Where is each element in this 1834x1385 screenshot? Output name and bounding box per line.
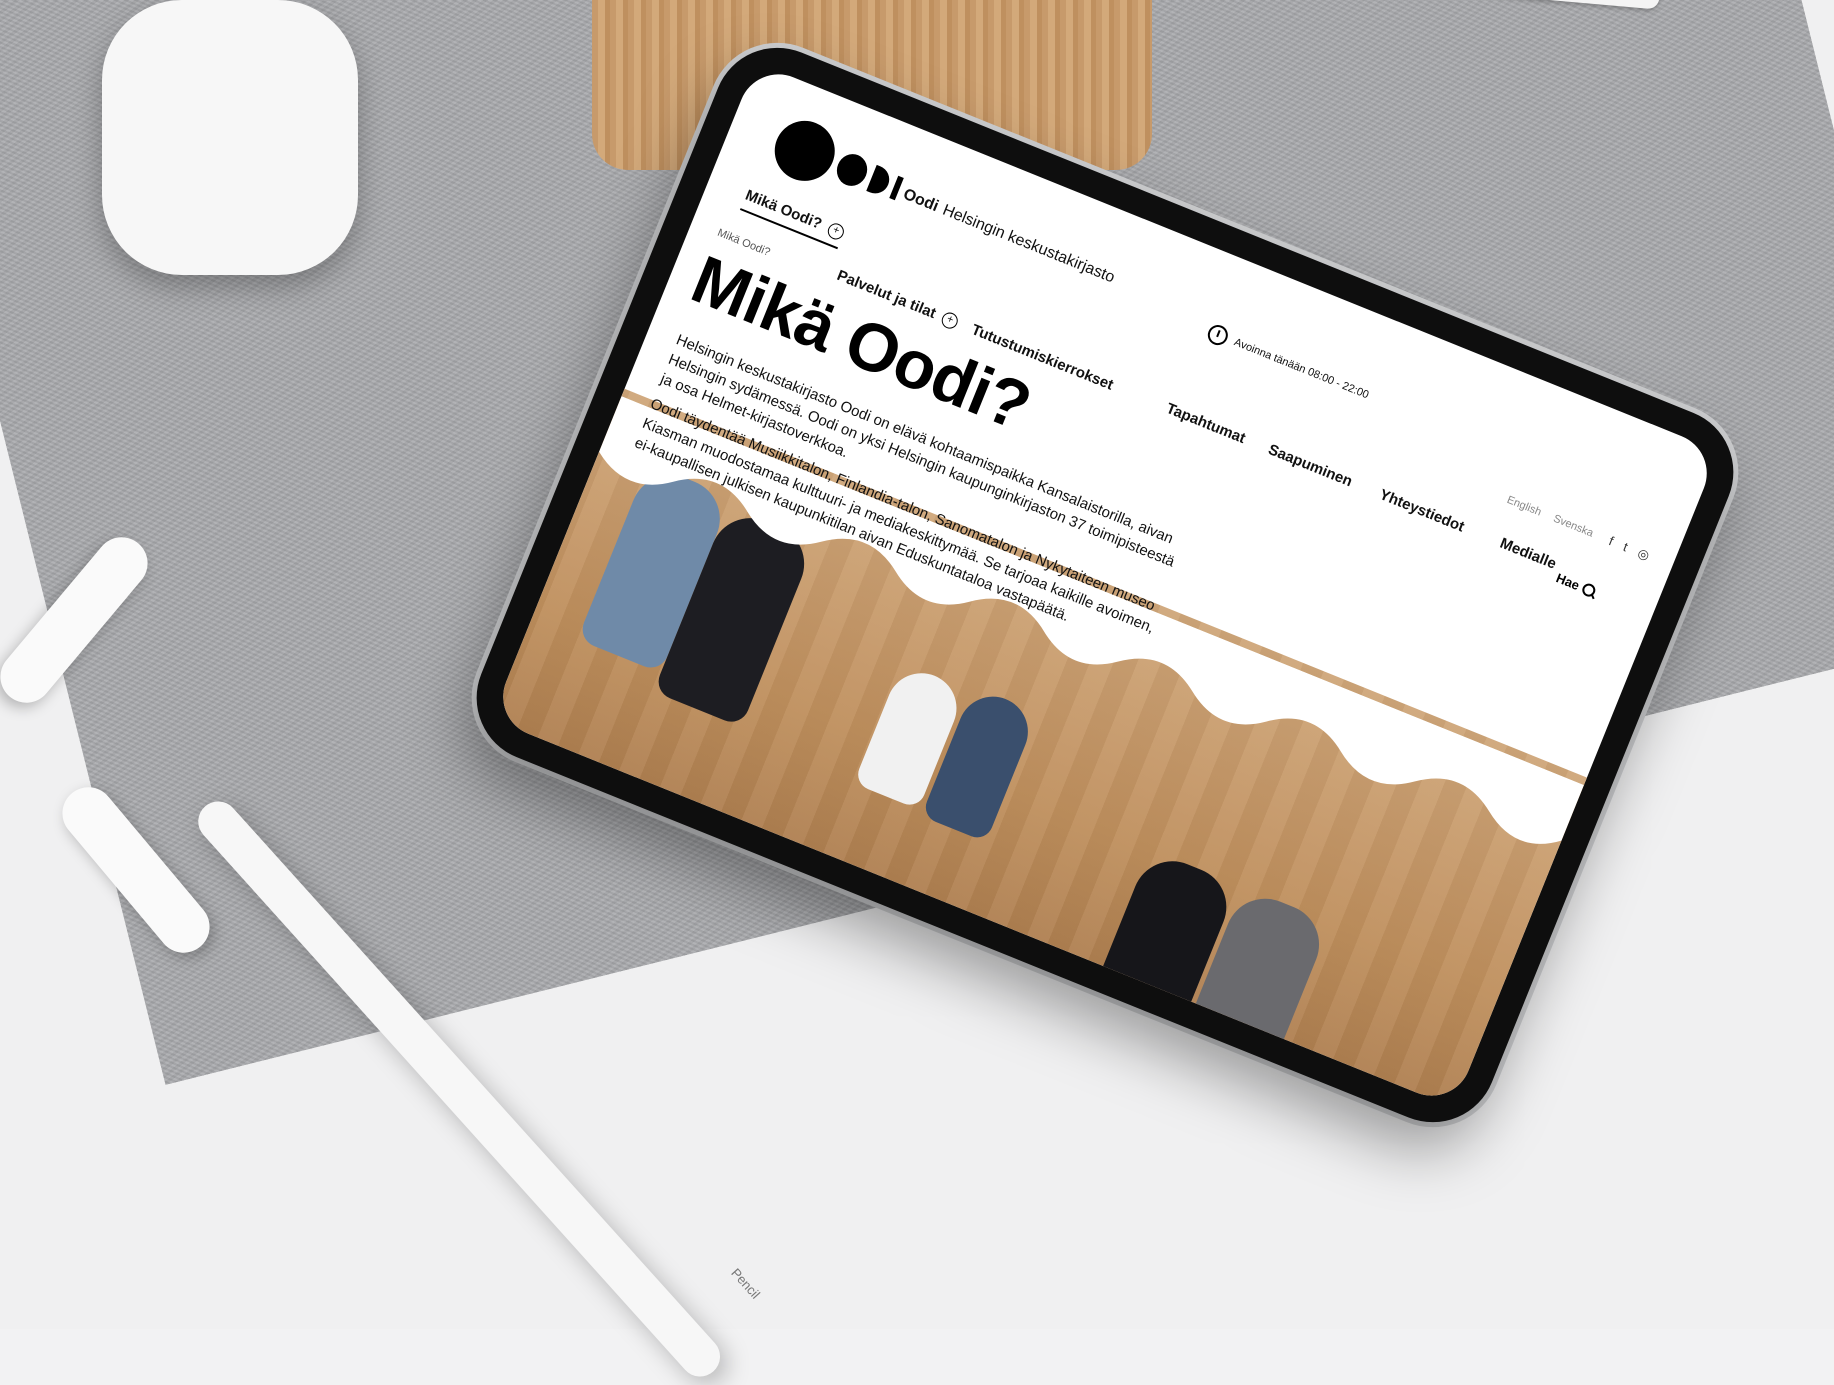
clock-icon (1204, 322, 1231, 349)
search-button[interactable]: Hae (1554, 570, 1598, 599)
nav-item-label: Yhteystiedot (1376, 486, 1467, 536)
site-name-rest: Helsingin keskustakirjasto (940, 201, 1118, 287)
plus-icon[interactable]: + (939, 309, 961, 331)
nav-item-saapuminen[interactable]: Saapuminen (1266, 441, 1355, 490)
nav-item-label: Saapuminen (1265, 441, 1355, 491)
facebook-icon[interactable]: f (1606, 533, 1616, 549)
opening-hours-text: Avoinna tänään 08:00 - 22:00 (1232, 336, 1371, 402)
nav-item-label: Tapahtumat (1163, 399, 1248, 448)
nav-item-yhteystiedot[interactable]: Yhteystiedot (1377, 486, 1467, 535)
nav-item-label: Medialle (1497, 534, 1559, 573)
twitter-icon[interactable]: t (1621, 539, 1630, 555)
search-label: Hae (1554, 570, 1582, 594)
site-name: OodiHelsingin keskustakirjasto (900, 186, 1117, 288)
opening-hours: Avoinna tänään 08:00 - 22:00 (1204, 322, 1372, 405)
nav-item-mika-oodi[interactable]: Mikä Oodi? + (739, 186, 847, 250)
lang-svenska[interactable]: Svenska (1551, 513, 1595, 540)
site-name-bold: Oodi (900, 185, 941, 216)
nav-item-tapahtumat[interactable]: Tapahtumat (1164, 400, 1248, 447)
airpods-case (102, 0, 358, 275)
plus-icon[interactable]: + (825, 220, 847, 242)
nav-item-label: Mikä Oodi? (742, 186, 825, 233)
lang-english[interactable]: English (1505, 494, 1543, 519)
search-icon (1580, 581, 1598, 599)
instagram-icon[interactable]: ◎ (1635, 545, 1652, 564)
social-links: f t ◎ (1606, 533, 1652, 564)
nav-item-medialle[interactable]: Medialle (1497, 535, 1558, 573)
